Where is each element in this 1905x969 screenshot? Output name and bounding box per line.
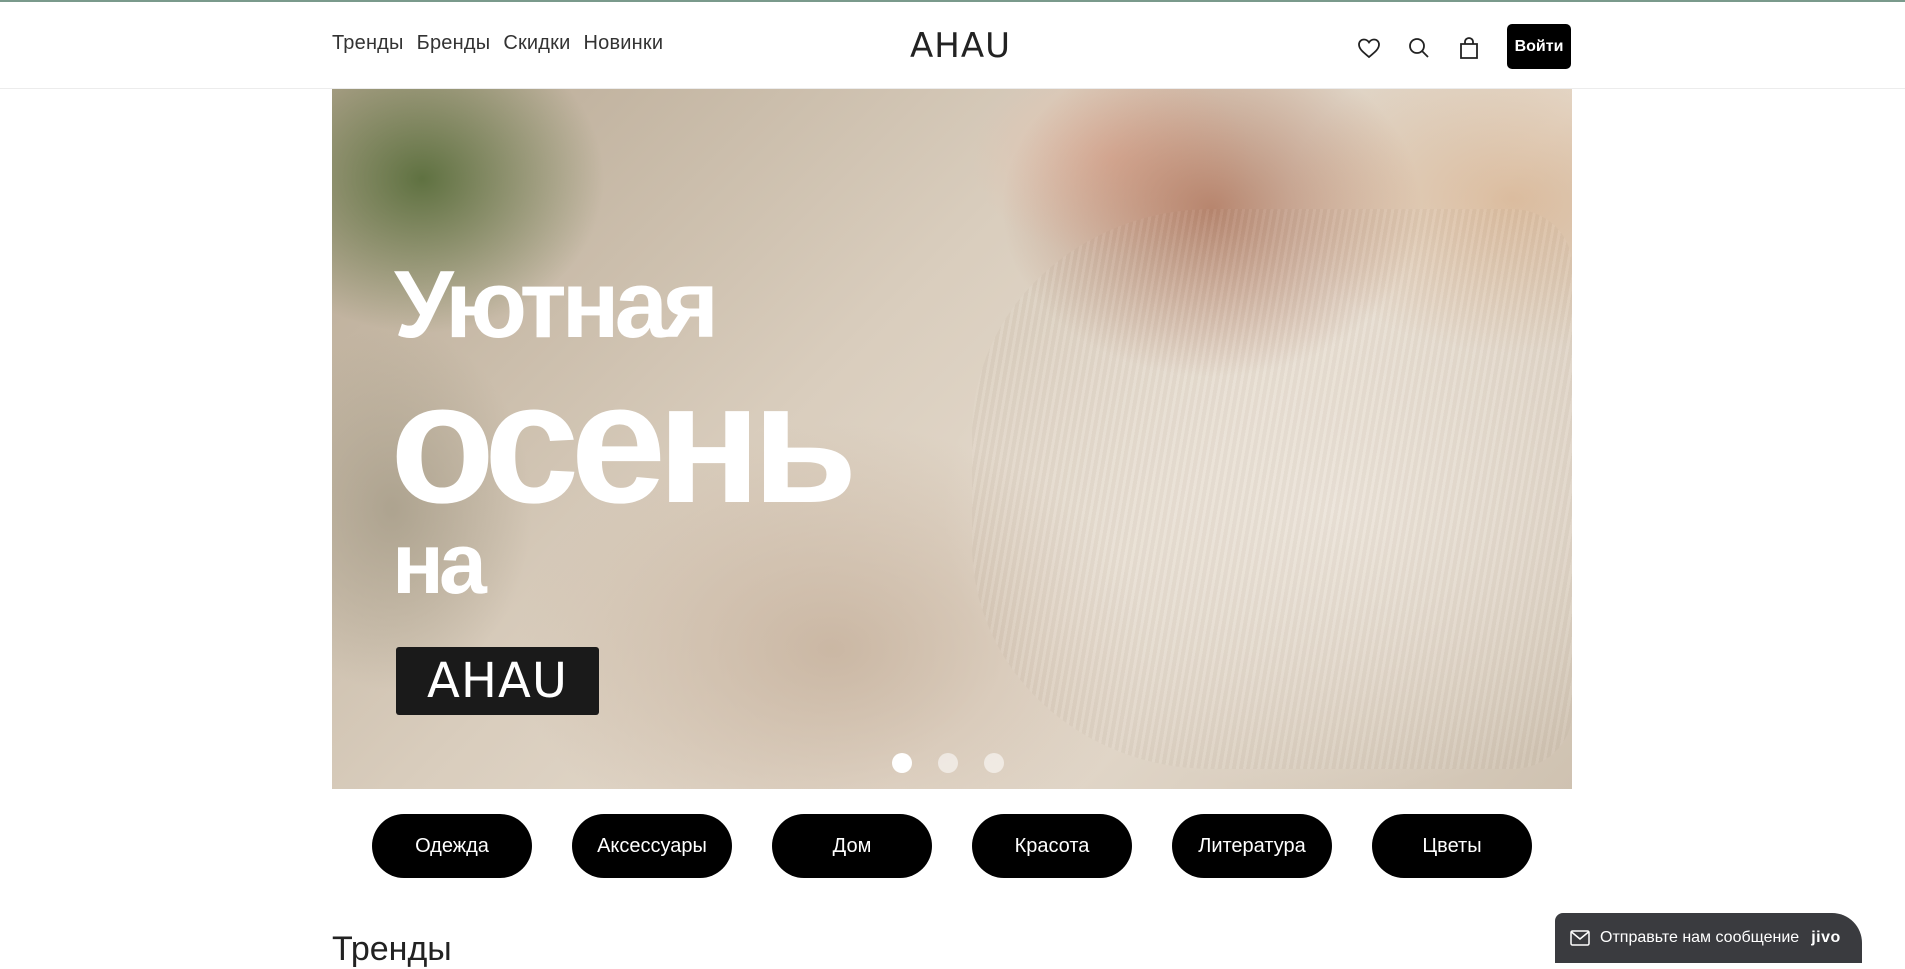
category-buttons: Одежда Аксессуары Дом Красота Литература… [372,814,1532,878]
hero-banner[interactable]: Уютная осень на AHAU [332,89,1572,789]
chat-label: Отправьте нам сообщение [1600,929,1800,946]
header-icons [1356,35,1482,61]
slider-dot-1[interactable] [892,753,912,773]
slider-dots [892,753,1004,773]
login-button[interactable]: Войти [1507,24,1571,69]
site-header: Тренды Бренды Скидки Новинки AHAU Войти [0,2,1905,89]
category-accessories-button[interactable]: Аксессуары [572,814,732,878]
main-nav: Тренды Бренды Скидки Новинки [332,32,663,55]
bag-icon[interactable] [1456,35,1482,61]
chat-brand: jivo [1811,929,1841,946]
site-logo[interactable]: AHAU [910,26,1011,66]
category-flowers-button[interactable]: Цветы [1372,814,1532,878]
nav-new[interactable]: Новинки [583,32,663,55]
hero-title-line-1: Уютная [394,251,719,358]
heart-icon[interactable] [1356,35,1382,61]
hero-photo-texture [972,209,1572,769]
category-home-button[interactable]: Дом [772,814,932,878]
slider-dot-2[interactable] [938,753,958,773]
section-title-trends: Тренды [332,930,452,968]
category-literature-button[interactable]: Литература [1172,814,1332,878]
hero-title-line-3: на [392,516,487,612]
category-beauty-button[interactable]: Красота [972,814,1132,878]
nav-brands[interactable]: Бренды [417,32,491,55]
hero-logo-badge: AHAU [396,647,599,715]
search-icon[interactable] [1406,35,1432,61]
hero-title-line-2: осень [390,347,858,539]
nav-trends[interactable]: Тренды [332,32,404,55]
chat-widget[interactable]: Отправьте нам сообщение jivo [1555,913,1862,963]
category-clothing-button[interactable]: Одежда [372,814,532,878]
slider-dot-3[interactable] [984,753,1004,773]
nav-sales[interactable]: Скидки [503,32,570,55]
mail-icon [1570,930,1590,946]
